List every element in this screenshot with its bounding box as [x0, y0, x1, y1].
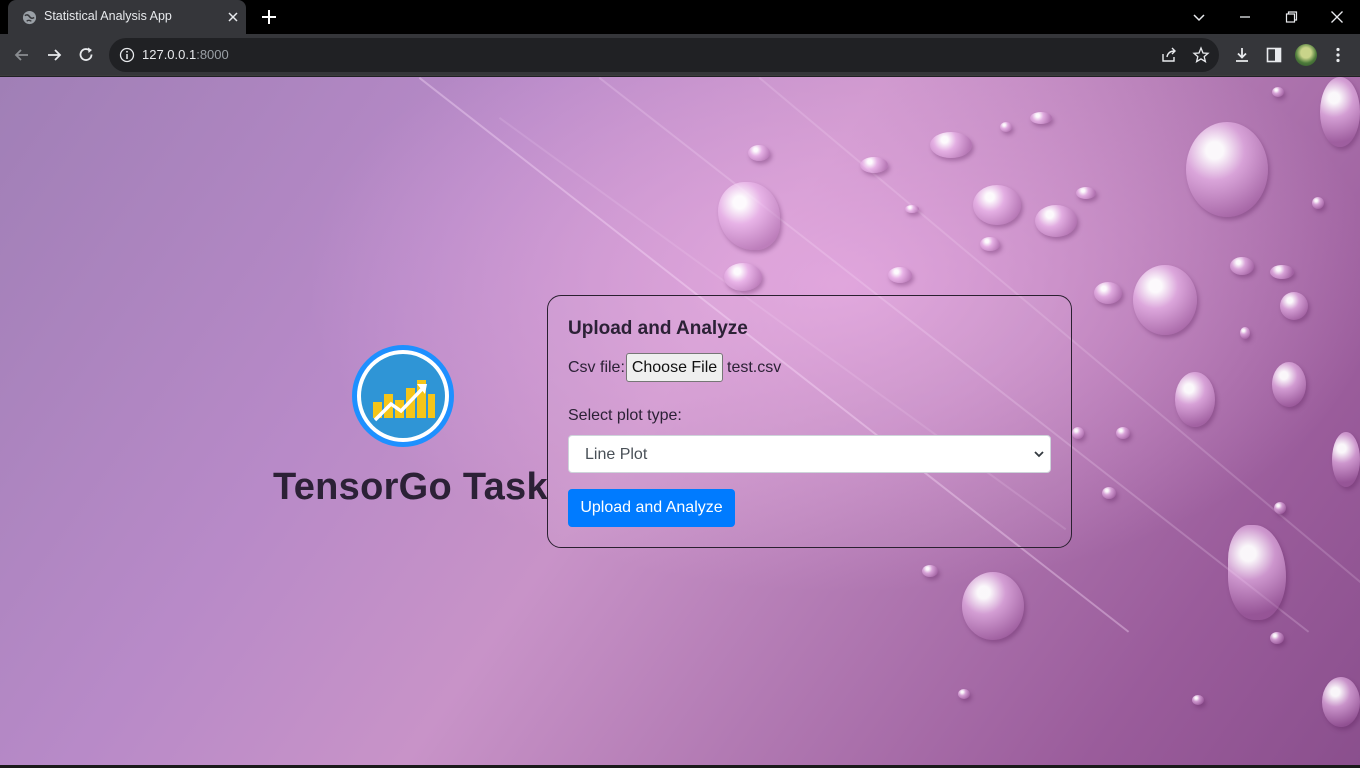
site-info-icon[interactable]	[119, 47, 135, 63]
selected-file-name: test.csv	[727, 359, 782, 376]
tab-search-chevron-icon[interactable]	[1187, 5, 1211, 29]
choose-file-button[interactable]: Choose File	[626, 353, 723, 382]
upload-form-card: Upload and Analyze Csv file: Choose File…	[547, 295, 1072, 548]
address-bar[interactable]: 127.0.0.1:8000	[109, 38, 1219, 72]
globe-icon	[22, 10, 37, 25]
forward-arrow-icon[interactable]	[44, 45, 64, 65]
side-panel-icon[interactable]	[1264, 45, 1284, 65]
browser-tabstrip: Statistical Analysis App	[0, 0, 1360, 34]
minimize-icon[interactable]	[1233, 5, 1257, 29]
brand-title: TensorGo Task	[273, 466, 548, 508]
page-viewport: TensorGo Task Upload and Analyze Csv fil…	[0, 77, 1360, 768]
upload-and-analyze-button[interactable]: Upload and Analyze	[568, 489, 735, 527]
app-logo	[352, 345, 454, 447]
form-title: Upload and Analyze	[568, 318, 748, 339]
share-icon[interactable]	[1160, 46, 1178, 64]
download-icon[interactable]	[1232, 45, 1252, 65]
close-window-icon[interactable]	[1325, 5, 1349, 29]
url-host: 127.0.0.1	[142, 47, 197, 62]
back-arrow-icon[interactable]	[12, 45, 32, 65]
profile-avatar[interactable]	[1295, 44, 1317, 66]
plot-type-selected-value: Line Plot	[585, 446, 648, 463]
chevron-down-icon	[1034, 451, 1044, 458]
reload-icon[interactable]	[76, 45, 96, 65]
tab-title: Statistical Analysis App	[44, 9, 172, 23]
csv-file-label: Csv file:	[568, 359, 625, 376]
more-menu-icon[interactable]	[1328, 45, 1348, 65]
url-text: 127.0.0.1:8000	[142, 47, 229, 62]
restore-icon[interactable]	[1279, 5, 1303, 29]
browser-toolbar: 127.0.0.1:8000	[0, 34, 1360, 76]
new-tab-icon[interactable]	[259, 7, 279, 27]
browser-tab[interactable]: Statistical Analysis App	[8, 0, 246, 34]
bookmark-star-icon[interactable]	[1192, 46, 1210, 64]
plot-type-select[interactable]: Line Plot	[568, 435, 1051, 473]
plot-type-label: Select plot type:	[568, 407, 682, 424]
close-tab-icon[interactable]	[225, 9, 241, 25]
bar-chart-trend-icon	[373, 380, 435, 422]
url-port: :8000	[196, 47, 229, 62]
